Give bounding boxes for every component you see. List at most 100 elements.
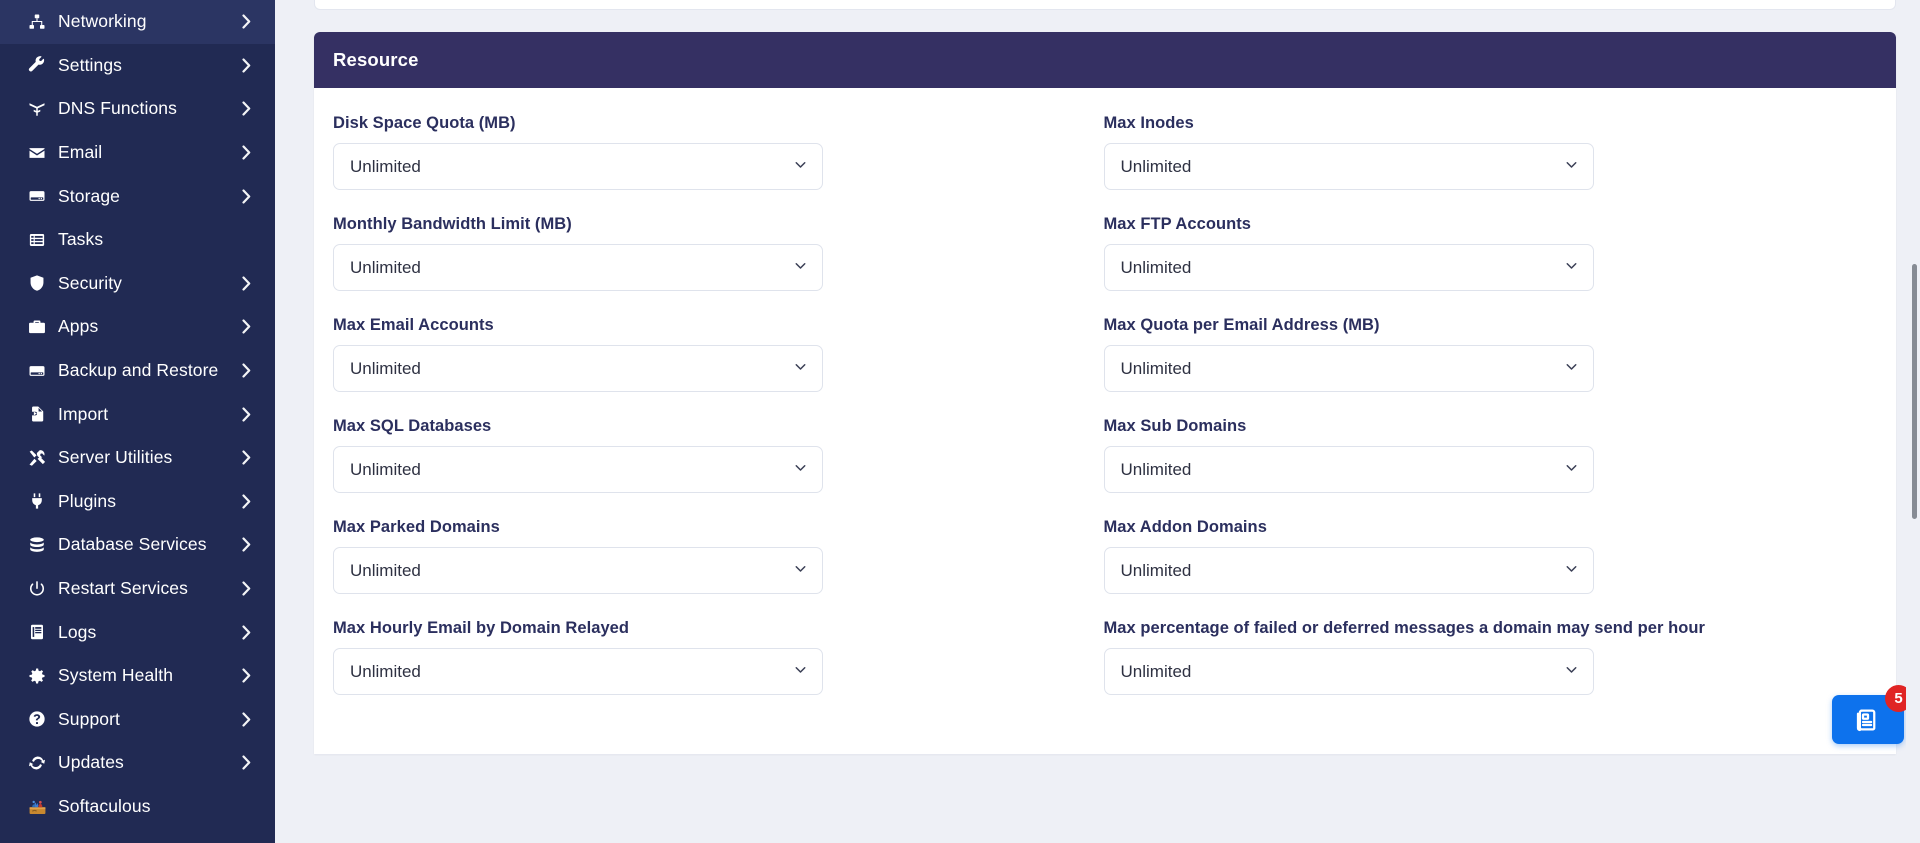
sidebar-item-restart-services[interactable]: Restart Services (0, 567, 275, 611)
resource-panel-title: Resource (314, 32, 1896, 88)
select-max-sql-databases[interactable]: Unlimited (333, 446, 823, 493)
sidebar-item-label: Softaculous (58, 795, 151, 816)
sidebar-item-label: Logs (58, 621, 97, 642)
chevron-right-icon (239, 493, 253, 510)
envelope-icon (28, 144, 54, 162)
field-cell-left: Max Parked Domains Unlimited (333, 518, 1104, 619)
list-table-icon (28, 231, 54, 249)
sidebar-item-storage[interactable]: Storage (0, 174, 275, 218)
chevron-right-icon (239, 536, 253, 553)
sidebar-item-networking[interactable]: Networking (0, 0, 275, 44)
chevron-right-icon (239, 144, 253, 161)
sidebar-item-label: System Health (58, 665, 174, 686)
sidebar-item-label: Server Utilities (58, 447, 173, 468)
sidebar-item-softaculous[interactable]: Softaculous (0, 785, 275, 829)
chevron-right-icon (239, 580, 253, 597)
dns-branch-icon (28, 100, 54, 118)
chevron-right-icon (239, 100, 253, 117)
field-label: Max FTP Accounts (1103, 215, 1251, 233)
sidebar-item-database-services[interactable]: Database Services (0, 523, 275, 567)
field-label: Max percentage of failed or deferred mes… (1103, 619, 1705, 637)
select-max-sub-domains[interactable]: Unlimited (1103, 446, 1594, 493)
wrench-icon (28, 56, 54, 74)
field-label: Max Hourly Email by Domain Relayed (333, 619, 630, 637)
select-max-parked-domains[interactable]: Unlimited (333, 547, 823, 594)
softaculous-icon (28, 797, 54, 816)
select-monthly-bandwidth-limit-mb[interactable]: Unlimited (333, 244, 823, 291)
chevron-right-icon (239, 57, 253, 74)
select-wrapper: Unlimited (333, 446, 823, 493)
field-max-addon-domains: Max Addon Domains Unlimited (1103, 518, 1875, 619)
field-row: Max Hourly Email by Domain Relayed Unlimi… (333, 619, 1874, 720)
field-disk-space-quota-mb: Disk Space Quota (MB) Unlimited (333, 114, 1104, 215)
select-max-quota-per-email-address-mb[interactable]: Unlimited (1103, 345, 1594, 392)
hard-drive-icon (28, 362, 54, 380)
news-documents-icon (1853, 705, 1883, 735)
refresh-icon (28, 754, 54, 772)
sidebar-item-label: Plugins (58, 490, 117, 511)
tools-icon (28, 449, 54, 467)
previous-card-partial (314, 0, 1896, 10)
question-circle-icon (28, 710, 54, 728)
field-max-email-accounts: Max Email Accounts Unlimited (333, 316, 1104, 417)
select-wrapper: Unlimited (333, 143, 823, 190)
sidebar-item-label: Apps (58, 316, 99, 337)
select-max-inodes[interactable]: Unlimited (1103, 143, 1594, 190)
field-label: Disk Space Quota (MB) (333, 114, 516, 132)
sidebar-item-label: Tasks (58, 229, 104, 250)
field-label: Max Parked Domains (333, 518, 500, 536)
gear-icon (28, 667, 54, 685)
main-inner: Resource Disk Space Quota (MB) Unlimited M… (275, 0, 1920, 754)
select-wrapper: Unlimited (333, 648, 823, 695)
chevron-right-icon (239, 275, 253, 292)
field-cell-right: Max FTP Accounts Unlimited (1103, 215, 1875, 316)
sidebar-item-system-health[interactable]: System Health (0, 654, 275, 698)
select-wrapper: Unlimited (1103, 648, 1594, 695)
field-label: Monthly Bandwidth Limit (MB) (333, 215, 572, 233)
field-label: Max SQL Databases (333, 417, 492, 435)
sidebar-item-logs[interactable]: Logs (0, 610, 275, 654)
sidebar-item-apps[interactable]: Apps (0, 305, 275, 349)
select-max-percentage-of-failed-or-deferred-messages-a-domain-may-send-per-hour[interactable]: Unlimited (1103, 648, 1594, 695)
sidebar-nav: Networking Settings DNS Functions Email Stor… (0, 0, 275, 843)
plug-icon (28, 492, 54, 510)
news-widget-button[interactable]: 5 (1832, 685, 1912, 744)
select-wrapper: Unlimited (1103, 345, 1594, 392)
sidebar-item-tasks[interactable]: Tasks (0, 218, 275, 262)
power-icon (28, 580, 54, 598)
vertical-scrollbar-thumb[interactable] (1912, 264, 1917, 519)
sidebar-item-plugins[interactable]: Plugins (0, 480, 275, 524)
chevron-right-icon (239, 711, 253, 728)
vertical-scrollbar-track[interactable] (1906, 0, 1920, 843)
briefcase-icon (28, 318, 54, 336)
sidebar-item-label: Import (58, 403, 109, 424)
file-import-icon (28, 405, 54, 423)
sidebar-item-security[interactable]: Security (0, 262, 275, 306)
select-max-ftp-accounts[interactable]: Unlimited (1103, 244, 1594, 291)
sidebar-item-backup-and-restore[interactable]: Backup and Restore (0, 349, 275, 393)
field-cell-left: Max SQL Databases Unlimited (333, 417, 1104, 518)
select-wrapper: Unlimited (1103, 547, 1594, 594)
sidebar-item-label: Database Services (58, 534, 207, 555)
sidebar-item-server-utilities[interactable]: Server Utilities (0, 436, 275, 480)
field-label: Max Addon Domains (1103, 518, 1267, 536)
sidebar-item-dns-functions[interactable]: DNS Functions (0, 87, 275, 131)
sidebar-item-settings[interactable]: Settings (0, 44, 275, 88)
sidebar-item-support[interactable]: Support (0, 698, 275, 742)
field-row: Max Email Accounts Unlimited Max Quota per… (333, 316, 1874, 417)
chevron-right-icon (239, 754, 253, 771)
sidebar-item-label: Settings (58, 54, 123, 75)
sidebar-item-email[interactable]: Email (0, 131, 275, 175)
select-disk-space-quota-mb[interactable]: Unlimited (333, 143, 823, 190)
sidebar-item-import[interactable]: Import (0, 392, 275, 436)
app-root: Networking Settings DNS Functions Email Stor… (0, 0, 1920, 843)
sidebar-item-updates[interactable]: Updates (0, 741, 275, 785)
main-content-area: Resource Disk Space Quota (MB) Unlimited M… (275, 0, 1920, 843)
select-max-addon-domains[interactable]: Unlimited (1103, 547, 1594, 594)
field-max-ftp-accounts: Max FTP Accounts Unlimited (1103, 215, 1875, 316)
select-max-email-accounts[interactable]: Unlimited (333, 345, 823, 392)
select-wrapper: Unlimited (333, 547, 823, 594)
select-wrapper: Unlimited (333, 244, 823, 291)
field-monthly-bandwidth-limit-mb: Monthly Bandwidth Limit (MB) Unlimited (333, 215, 1104, 316)
select-max-hourly-email-by-domain-relayed[interactable]: Unlimited (333, 648, 823, 695)
